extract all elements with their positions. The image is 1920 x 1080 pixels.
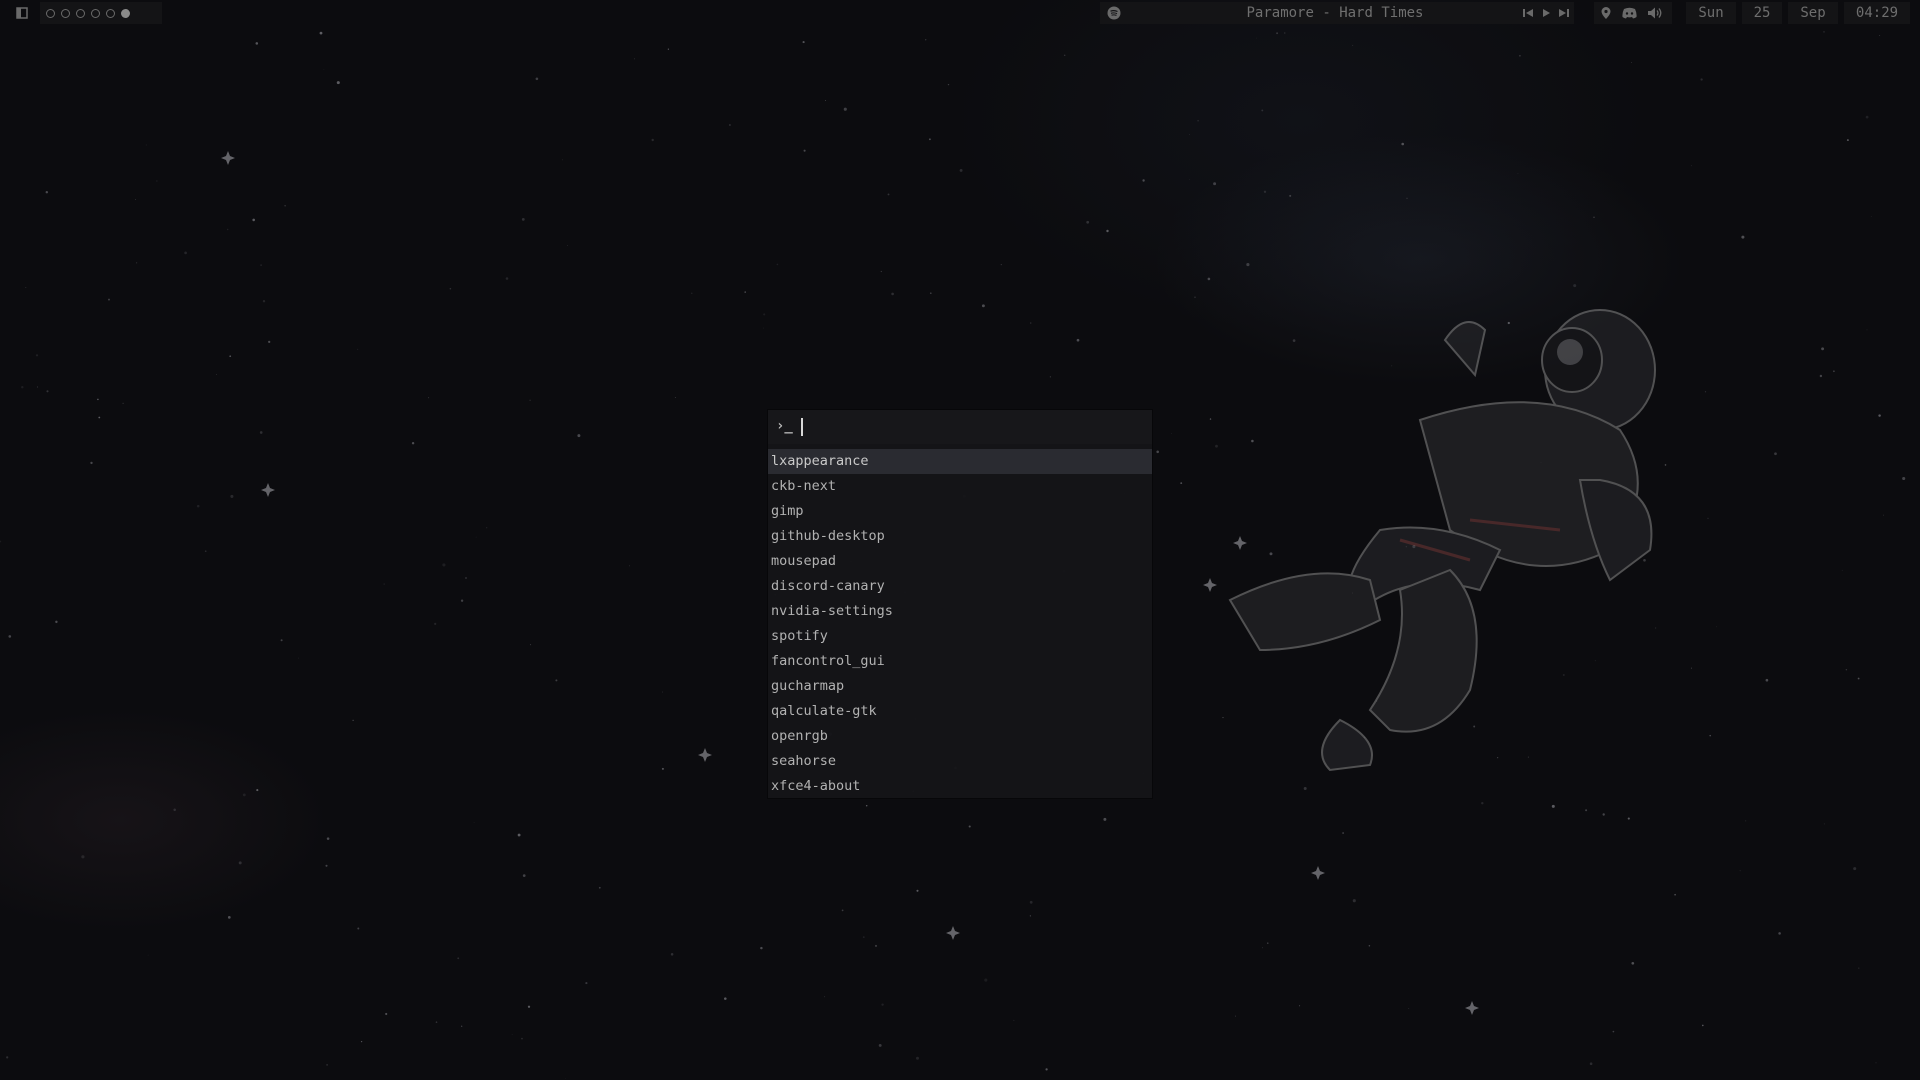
play-icon[interactable] bbox=[1540, 7, 1552, 19]
terminal-prompt-icon: ›_ bbox=[776, 418, 793, 434]
workspace-1-icon[interactable] bbox=[46, 8, 55, 18]
status-icons bbox=[1594, 2, 1672, 24]
text-cursor bbox=[801, 418, 803, 436]
launcher-result-item[interactable]: fancontrol_gui bbox=[768, 649, 1152, 674]
workspace-3-icon[interactable] bbox=[76, 8, 85, 18]
menu-icon[interactable] bbox=[12, 2, 32, 24]
now-playing-title: Paramore - Hard Times bbox=[1246, 5, 1424, 21]
clock[interactable]: 04:29 bbox=[1844, 2, 1910, 24]
sidebar-icon bbox=[16, 7, 28, 19]
launcher-result-item[interactable]: lxappearance bbox=[768, 449, 1152, 474]
volume-icon[interactable] bbox=[1647, 6, 1663, 20]
discord-icon[interactable] bbox=[1622, 7, 1637, 19]
launcher-result-item[interactable]: github-desktop bbox=[768, 524, 1152, 549]
workspace-switcher bbox=[40, 2, 162, 24]
launcher-result-item[interactable]: nvidia-settings bbox=[768, 599, 1152, 624]
workspace-2-icon[interactable] bbox=[61, 8, 70, 18]
astronaut-illustration bbox=[1228, 309, 1656, 772]
location-pin-icon[interactable] bbox=[1600, 6, 1612, 20]
launcher-results-list: lxappearance ckb-next gimp github-desktop mo… bbox=[768, 449, 1152, 799]
launcher-result-item[interactable]: xfce4-about bbox=[768, 774, 1152, 799]
weekday-label: Sun bbox=[1686, 2, 1736, 24]
launcher-result-item[interactable]: ckb-next bbox=[768, 474, 1152, 499]
media-controls bbox=[1518, 2, 1574, 24]
workspace-4-icon[interactable] bbox=[91, 8, 100, 18]
desktop: Paramore - Hard Times Sun 25 Sep 04:29 ›… bbox=[0, 0, 1920, 1080]
app-launcher: ›_ lxappearance ckb-next gimp github-deskto… bbox=[768, 410, 1152, 798]
workspace-6-icon[interactable] bbox=[121, 8, 130, 18]
previous-icon[interactable] bbox=[1522, 7, 1534, 19]
launcher-result-item[interactable]: gimp bbox=[768, 499, 1152, 524]
date-label: 25 bbox=[1742, 2, 1782, 24]
now-playing-widget[interactable]: Paramore - Hard Times bbox=[1100, 2, 1570, 24]
launcher-result-item[interactable]: qalculate-gtk bbox=[768, 699, 1152, 724]
launcher-result-item[interactable]: mousepad bbox=[768, 549, 1152, 574]
launcher-result-item[interactable]: gucharmap bbox=[768, 674, 1152, 699]
launcher-result-item[interactable]: spotify bbox=[768, 624, 1152, 649]
launcher-prompt: ›_ bbox=[768, 410, 1152, 444]
next-icon[interactable] bbox=[1558, 7, 1570, 19]
top-bar: Paramore - Hard Times Sun 25 Sep 04:29 bbox=[0, 0, 1920, 27]
launcher-result-item[interactable]: openrgb bbox=[768, 724, 1152, 749]
month-label: Sep bbox=[1788, 2, 1838, 24]
launcher-result-item[interactable]: discord-canary bbox=[768, 574, 1152, 599]
workspace-5-icon[interactable] bbox=[106, 8, 115, 18]
launcher-search-input[interactable] bbox=[802, 417, 1132, 437]
launcher-result-item[interactable]: seahorse bbox=[768, 749, 1152, 774]
